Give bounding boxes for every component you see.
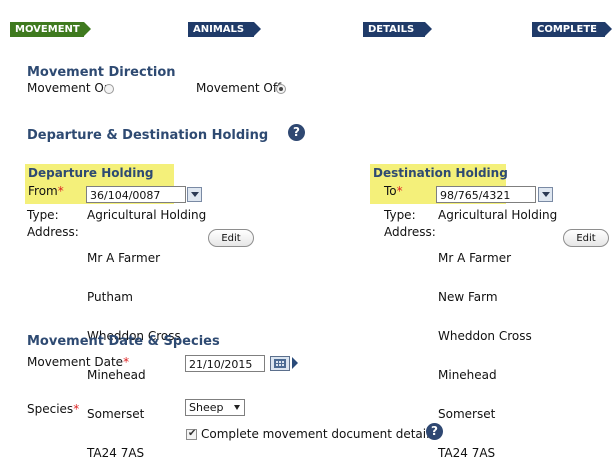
address-line: Minehead	[438, 368, 497, 382]
radio-selected-dot	[279, 87, 283, 91]
step-details-label: DETAILS	[368, 24, 415, 35]
address-line: Putham	[87, 290, 133, 304]
destination-type-label: Type:	[384, 208, 416, 222]
destination-type-value: Agricultural Holding	[438, 208, 558, 222]
departure-address: Mr A Farmer Putham Wheddon Cross Minehea…	[87, 226, 181, 473]
address-line: Somerset	[438, 407, 496, 421]
destination-to-label: To*	[384, 184, 403, 198]
address-line: Mr A Farmer	[87, 251, 161, 265]
address-line: Somerset	[87, 407, 145, 421]
departure-from-label: From*	[28, 184, 64, 198]
movement-date-label: Movement Date*	[27, 355, 129, 369]
step-complete-label: COMPLETE	[537, 24, 597, 35]
date-species-heading: Movement Date & Species	[27, 334, 220, 349]
movement-date-input[interactable]: 21/10/2015	[185, 355, 265, 372]
address-line: New Farm	[438, 290, 498, 304]
departure-dropdown-button[interactable]	[187, 187, 202, 202]
departure-type-value: Agricultural Holding	[87, 208, 207, 222]
movement-on-radio[interactable]	[104, 84, 114, 94]
destination-dropdown-button[interactable]	[538, 187, 553, 202]
movement-on-label: Movement On	[27, 81, 112, 95]
step-details[interactable]: DETAILS	[363, 22, 425, 37]
destination-holding-input[interactable]: 98/765/4321	[436, 186, 536, 203]
chevron-down-icon	[234, 405, 240, 410]
species-select[interactable]: Sheep	[185, 399, 245, 416]
help-icon[interactable]: ?	[426, 423, 443, 440]
step-movement-arrow	[84, 22, 91, 36]
movement-direction-heading: Movement Direction	[27, 65, 176, 80]
required-asterisk: *	[396, 184, 403, 198]
address-line: TA24 7AS	[438, 446, 496, 460]
step-movement[interactable]: MOVEMENT	[10, 22, 84, 37]
movement-date-value: 21/10/2015	[189, 358, 253, 371]
departure-holding-value: 36/104/0087	[90, 189, 161, 202]
step-animals[interactable]: ANIMALS	[188, 22, 254, 37]
holdings-heading: Departure & Destination Holding	[27, 128, 269, 143]
required-asterisk: *	[123, 355, 130, 369]
required-asterisk: *	[73, 402, 80, 416]
check-icon: ✔	[188, 428, 197, 439]
address-line: Wheddon Cross	[438, 329, 532, 343]
species-value: Sheep	[189, 401, 224, 414]
step-complete-arrow	[605, 22, 612, 36]
step-complete[interactable]: COMPLETE	[532, 22, 605, 37]
destination-heading: Destination Holding	[373, 166, 508, 180]
species-text: Species	[27, 402, 74, 416]
address-line: Mr A Farmer	[438, 251, 512, 265]
destination-address: Mr A Farmer New Farm Wheddon Cross Mineh…	[438, 226, 532, 473]
required-asterisk: *	[57, 184, 64, 198]
calendar-icon	[274, 359, 286, 368]
movement-date-text: Movement Date	[27, 355, 124, 369]
calendar-next-icon[interactable]	[292, 357, 298, 369]
departure-edit-button[interactable]: Edit	[208, 229, 254, 247]
movement-off-radio[interactable]	[276, 84, 286, 94]
address-line: Minehead	[87, 368, 146, 382]
step-animals-label: ANIMALS	[193, 24, 245, 35]
destination-address-label: Address:	[384, 225, 436, 239]
step-details-arrow	[425, 22, 432, 36]
movement-off-label: Movement Off	[196, 81, 282, 95]
address-line: TA24 7AS	[87, 446, 145, 460]
calendar-button[interactable]	[270, 356, 290, 371]
departure-from-text: From	[28, 184, 58, 198]
destination-edit-button[interactable]: Edit	[563, 229, 609, 247]
destination-holding-value: 98/765/4321	[440, 189, 511, 202]
species-label: Species*	[27, 402, 79, 416]
departure-holding-input[interactable]: 36/104/0087	[86, 186, 186, 203]
departure-heading: Departure Holding	[28, 166, 154, 180]
step-movement-label: MOVEMENT	[15, 24, 80, 35]
departure-address-label: Address:	[27, 225, 79, 239]
destination-to-text: To	[384, 184, 397, 198]
step-animals-arrow	[254, 22, 261, 36]
help-icon[interactable]: ?	[288, 124, 305, 141]
complete-details-label: Complete movement document details	[201, 427, 436, 441]
complete-details-checkbox[interactable]: ✔	[186, 428, 197, 440]
departure-type-label: Type:	[27, 208, 59, 222]
